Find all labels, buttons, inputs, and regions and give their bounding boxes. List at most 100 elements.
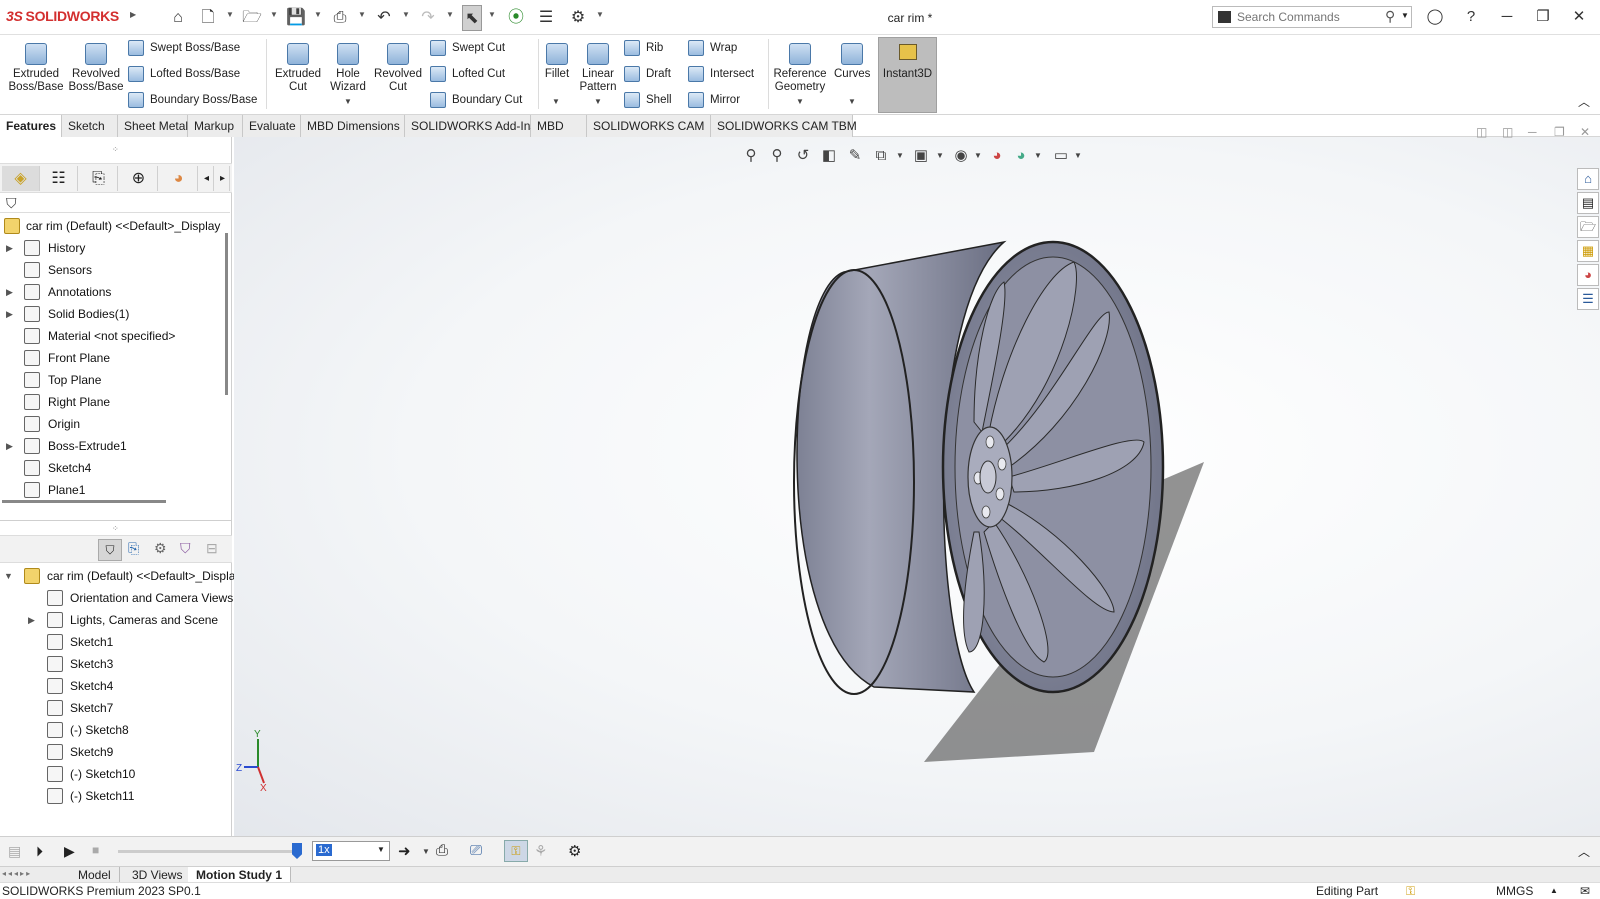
- extruded-boss-button[interactable]: Extruded Boss/Base: [6, 38, 66, 94]
- help-icon[interactable]: ?: [1456, 6, 1486, 28]
- revolved-cut-button[interactable]: Revolved Cut: [372, 38, 424, 94]
- file-properties-icon[interactable]: ☰: [536, 8, 556, 28]
- tab-solidworks-add-ins[interactable]: SOLIDWORKS Add-Ins: [405, 115, 536, 137]
- restore-button[interactable]: ❐: [1528, 6, 1558, 28]
- autokey-icon[interactable]: ⚿: [504, 840, 528, 862]
- draft-button[interactable]: Draft: [624, 63, 671, 85]
- units-label[interactable]: MMGS: [1496, 883, 1533, 899]
- logo-menu-arrow-icon[interactable]: ▶: [130, 10, 136, 19]
- search-icon[interactable]: ⚲: [1385, 8, 1395, 25]
- display-style-dropdown-icon[interactable]: ▼: [936, 151, 944, 160]
- lofted-cut-button[interactable]: Lofted Cut: [430, 63, 505, 85]
- rebuild-traffic-light-icon[interactable]: ⦿: [506, 8, 526, 28]
- property-manager-tab-icon[interactable]: ☷: [40, 166, 78, 191]
- hole-wizard-button[interactable]: Hole Wizard: [326, 38, 370, 94]
- tab-markup[interactable]: Markup: [188, 115, 243, 137]
- motion-disabled-icon[interactable]: ⊟: [206, 540, 218, 557]
- shell-button[interactable]: Shell: [624, 89, 672, 111]
- tab-solidworks-cam[interactable]: SOLIDWORKS CAM: [587, 115, 711, 137]
- zoom-to-fit-icon[interactable]: ⚲: [740, 145, 762, 167]
- edit-appearance-icon[interactable]: ◕: [986, 145, 1008, 167]
- undo-dropdown-icon[interactable]: ▼: [402, 10, 410, 19]
- rib-button[interactable]: Rib: [624, 37, 663, 59]
- select-arrow-icon[interactable]: ⬉: [462, 5, 482, 31]
- timeline-slider-thumb[interactable]: [292, 843, 302, 859]
- reference-geometry-dropdown-icon[interactable]: ▼: [796, 97, 804, 106]
- select-dropdown-icon[interactable]: ▼: [488, 10, 496, 19]
- new-document-icon[interactable]: 🗋: [198, 8, 218, 28]
- motion-study-properties-icon[interactable]: ⚙: [568, 842, 581, 860]
- dimxpert-manager-tab-icon[interactable]: ⊕: [120, 166, 158, 191]
- revolved-boss-button[interactable]: Revolved Boss/Base: [68, 38, 124, 94]
- print-icon[interactable]: ⎙: [330, 8, 350, 28]
- taskpane-design-library-icon[interactable]: ▤: [1577, 192, 1599, 214]
- hole-wizard-dropdown-icon[interactable]: ▼: [344, 97, 352, 106]
- add-update-key-icon[interactable]: ⚘: [534, 842, 547, 860]
- dynamic-annotation-icon[interactable]: ✎: [844, 145, 866, 167]
- calculate-icon[interactable]: ▤: [8, 843, 21, 860]
- open-folder-icon[interactable]: 🗁: [242, 8, 262, 28]
- hide-show-items-icon[interactable]: ◉: [950, 145, 972, 167]
- view-settings-dropdown-icon[interactable]: ▼: [1074, 151, 1082, 160]
- bottom-tab-motion-study-1[interactable]: Motion Study 1: [188, 867, 291, 883]
- save-icon[interactable]: 💾: [286, 8, 306, 28]
- tree-scrollbar[interactable]: [225, 233, 228, 395]
- view-orientation-icon[interactable]: ⧉: [870, 145, 892, 167]
- motion-filter-advanced-icon[interactable]: ⛉: [180, 540, 191, 557]
- timeline-slider-track[interactable]: [118, 850, 296, 853]
- motion-settings-icon[interactable]: ⚙: [154, 540, 167, 557]
- motion-camera-icon[interactable]: ⎘: [128, 540, 139, 557]
- taskpane-custom-properties-icon[interactable]: ☰: [1577, 288, 1599, 310]
- taskpane-view-palette-icon[interactable]: ▦: [1577, 240, 1599, 262]
- boundary-cut-button[interactable]: Boundary Cut: [430, 89, 522, 111]
- bottom-tab-model[interactable]: Model: [70, 867, 120, 883]
- tab-sheet-metal[interactable]: Sheet Metal: [118, 115, 188, 137]
- linear-pattern-dropdown-icon[interactable]: ▼: [594, 97, 602, 106]
- tab-features[interactable]: Features: [0, 115, 62, 137]
- animation-wizard-icon[interactable]: ⎚: [470, 842, 482, 859]
- swept-cut-button[interactable]: Swept Cut: [430, 37, 505, 59]
- motion-filter-icon[interactable]: ⛉: [98, 539, 122, 561]
- graphics-area[interactable]: ⚲ ⚲ ↺ ◧ ✎ ⧉ ▼ ▣ ▼ ◉ ▼ ◕ ◕ ▼ ▭ ▼ ◫ ◫ ─ ❐ …: [234, 125, 1600, 836]
- rebuild-status-icon[interactable]: ⚿: [1406, 883, 1415, 899]
- options-dropdown-icon[interactable]: ▼: [596, 10, 604, 19]
- viewport-tile-left-icon[interactable]: ◫: [1476, 125, 1487, 139]
- minimize-button[interactable]: ─: [1492, 6, 1522, 28]
- extruded-cut-button[interactable]: Extruded Cut: [270, 38, 326, 94]
- stop-icon[interactable]: ■: [92, 843, 99, 857]
- viewport-restore-icon[interactable]: ❐: [1554, 125, 1565, 139]
- previous-view-icon[interactable]: ↺: [792, 145, 814, 167]
- play-from-start-icon[interactable]: ⏵: [36, 843, 43, 860]
- search-dropdown-icon[interactable]: ▼: [1401, 11, 1409, 20]
- display-style-icon[interactable]: ▣: [910, 145, 932, 167]
- tree-filter-bar[interactable]: [0, 193, 230, 213]
- redo-dropdown-icon[interactable]: ▼: [446, 10, 454, 19]
- tree-horizontal-scrollbar[interactable]: [2, 500, 166, 503]
- fillet-dropdown-icon[interactable]: ▼: [552, 97, 560, 106]
- new-dropdown-icon[interactable]: ▼: [226, 10, 234, 19]
- home-icon[interactable]: ⌂: [168, 8, 188, 28]
- tab-mbd-dimensions[interactable]: MBD Dimensions: [301, 115, 405, 137]
- fillet-button[interactable]: Fillet: [542, 38, 572, 81]
- tab-solidworks-cam-tbm[interactable]: SOLIDWORKS CAM TBM: [711, 115, 857, 137]
- panel-scroll-right-icon[interactable]: ▸: [216, 166, 230, 191]
- section-view-icon[interactable]: ◧: [818, 145, 840, 167]
- configuration-manager-tab-icon[interactable]: ⎘: [80, 166, 118, 191]
- swept-boss-button[interactable]: Swept Boss/Base: [128, 37, 240, 59]
- curves-button[interactable]: Curves: [834, 38, 870, 81]
- notifications-icon[interactable]: ✉: [1580, 883, 1590, 899]
- view-orientation-dropdown-icon[interactable]: ▼: [896, 151, 904, 160]
- redo-icon[interactable]: ↷: [418, 8, 438, 28]
- intersect-button[interactable]: Intersect: [688, 63, 754, 85]
- save-dropdown-icon[interactable]: ▼: [314, 10, 322, 19]
- close-button[interactable]: ✕: [1564, 6, 1594, 28]
- apply-scene-dropdown-icon[interactable]: ▼: [1034, 151, 1042, 160]
- collapse-motion-manager-icon[interactable]: ︿: [1578, 843, 1590, 860]
- playback-mode-dropdown-icon[interactable]: ▼: [422, 847, 430, 856]
- viewport-close-icon[interactable]: ✕: [1580, 125, 1590, 139]
- panel-scroll-left-icon[interactable]: ◂: [200, 166, 214, 191]
- lofted-boss-button[interactable]: Lofted Boss/Base: [128, 63, 240, 85]
- bottom-tab-3d-views[interactable]: 3D Views: [124, 867, 192, 883]
- print-dropdown-icon[interactable]: ▼: [358, 10, 366, 19]
- car-rim-model[interactable]: [774, 232, 1214, 792]
